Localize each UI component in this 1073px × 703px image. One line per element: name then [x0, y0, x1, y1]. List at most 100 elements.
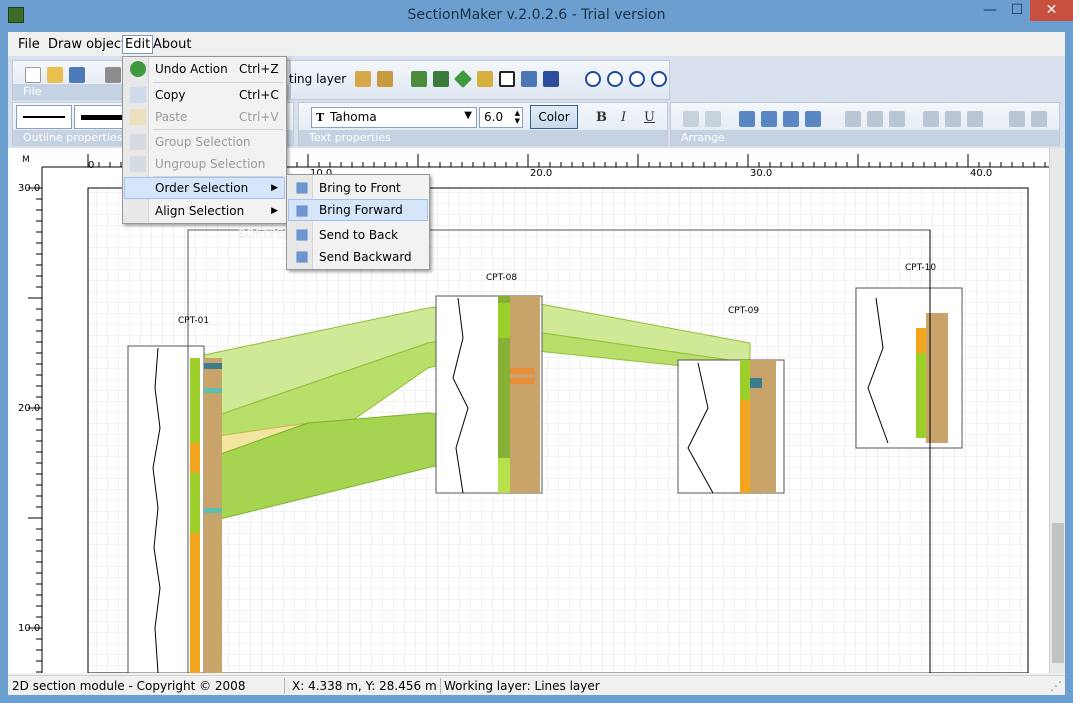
- menu-item-copy[interactable]: Copy Ctrl+C: [125, 84, 284, 106]
- send-to-back-icon: [296, 229, 308, 241]
- zoom-width-icon[interactable]: [585, 71, 601, 87]
- group-icon[interactable]: [683, 111, 699, 127]
- new-file-icon[interactable]: [25, 67, 41, 83]
- menu-item-bring-forward[interactable]: Bring Forward: [288, 199, 428, 221]
- window-title: SectionMaker v.2.0.2.6 - Trial version: [407, 7, 666, 23]
- ruler-x-label-0: 0: [88, 160, 94, 171]
- layer-down-icon[interactable]: [377, 71, 393, 87]
- section-canvas[interactable]: M 0 10.0 20.0 30.0 40.0 30.0 20.0 10.0: [8, 148, 1049, 673]
- menu-item-group-selection[interactable]: Group Selection: [125, 131, 284, 153]
- send-to-back-icon[interactable]: [783, 111, 799, 127]
- menu-item-label: Align Selection: [155, 204, 245, 218]
- menu-item-send-to-back[interactable]: Send to Back: [289, 224, 427, 246]
- menu-item-bring-to-front[interactable]: Bring to Front: [289, 177, 427, 199]
- close-button[interactable]: ✕: [1030, 0, 1073, 21]
- menu-item-order-selection[interactable]: Order Selection ▶: [124, 177, 285, 199]
- spin-arrows-icon[interactable]: ▲ ▼: [515, 109, 520, 125]
- send-backward-icon[interactable]: [805, 111, 821, 127]
- align-right-icon[interactable]: [889, 111, 905, 127]
- status-separator: [440, 678, 441, 694]
- align-middle-icon[interactable]: [945, 111, 961, 127]
- arrange-toolbar-group: Arrange: [670, 102, 1060, 146]
- menu-item-shortcut: Ctrl+C: [239, 88, 279, 102]
- menu-item-label: Ungroup Selection: [155, 157, 266, 171]
- font-select[interactable]: T Tahoma ▼: [311, 107, 477, 128]
- rectangle-tool-icon[interactable]: [499, 71, 515, 87]
- truetype-icon: T: [316, 111, 325, 124]
- distribute-horizontal-icon[interactable]: [1031, 111, 1047, 127]
- align-bottom-icon[interactable]: [967, 111, 983, 127]
- maximize-button[interactable]: ☐: [1004, 0, 1030, 21]
- line-thin-selector[interactable]: [16, 105, 72, 129]
- resize-grip-icon[interactable]: ⋰: [1050, 679, 1062, 693]
- menu-about[interactable]: About: [151, 36, 193, 55]
- menu-item-label: Bring to Front: [319, 181, 401, 195]
- scrollbar-thumb[interactable]: [1052, 523, 1064, 663]
- menu-separator: [153, 82, 283, 83]
- line-tool-icon[interactable]: [411, 71, 427, 87]
- text-tool-icon[interactable]: [543, 71, 559, 87]
- menu-item-undo[interactable]: Undo Action Ctrl+Z: [125, 58, 284, 80]
- chevron-down-icon: ▼: [464, 110, 472, 121]
- minimize-button[interactable]: —: [976, 0, 1004, 21]
- menu-item-ungroup-selection[interactable]: Ungroup Selection: [125, 153, 284, 175]
- menu-item-label: Group Selection: [155, 135, 251, 149]
- ruler-y-label-10: 10.0: [18, 623, 40, 634]
- save-icon[interactable]: [69, 67, 85, 83]
- zoom-in-icon[interactable]: [629, 71, 645, 87]
- menu-item-label: Undo Action: [155, 62, 228, 76]
- working-layer-label: ting layer: [289, 72, 347, 86]
- submenu-arrow-icon: ▶: [271, 183, 278, 193]
- align-left-icon[interactable]: [845, 111, 861, 127]
- menu-edit[interactable]: Edit: [122, 35, 154, 54]
- ruler-x-label-30: 30.0: [750, 168, 772, 179]
- font-size-spinner[interactable]: 6.0 ▲ ▼: [479, 107, 523, 128]
- copy-icon: [130, 87, 146, 103]
- status-working-layer: Working layer: Lines layer: [444, 679, 600, 693]
- status-coordinates: X: 4.338 m, Y: 28.456 m: [292, 679, 437, 693]
- underline-button[interactable]: U: [644, 110, 655, 125]
- submenu-arrow-icon: ▶: [271, 206, 278, 216]
- menu-item-paste[interactable]: Paste Ctrl+V: [125, 106, 284, 128]
- menu-file[interactable]: File: [16, 36, 42, 55]
- zoom-fit-icon[interactable]: [607, 71, 623, 87]
- layer-up-icon[interactable]: [355, 71, 371, 87]
- bold-button[interactable]: B: [596, 110, 607, 125]
- ruler-unit-label: M: [22, 155, 30, 165]
- menu-item-label: Send Backward: [319, 250, 412, 264]
- pen-tool-icon[interactable]: [477, 71, 493, 87]
- color-button[interactable]: Color: [530, 105, 578, 129]
- edit-menu-dropdown: Undo Action Ctrl+Z Copy Ctrl+C Paste Ctrl+V…: [122, 56, 287, 224]
- print-icon[interactable]: [105, 67, 121, 83]
- bring-forward-icon: [296, 205, 308, 217]
- font-value: Tahoma: [330, 110, 377, 124]
- section-drawing[interactable]: M 0 10.0 20.0 30.0 40.0 30.0 20.0 10.0: [8, 148, 1049, 673]
- align-center-icon[interactable]: [867, 111, 883, 127]
- font-size-value: 6.0: [484, 110, 504, 124]
- title-bar[interactable]: SectionMaker v.2.0.2.6 - Trial version —…: [0, 0, 1073, 32]
- status-module: 2D section module - Copyright © 2008: [12, 679, 246, 693]
- cpt-01-log[interactable]: CPT-01: [127, 316, 222, 673]
- polygon-tool-icon[interactable]: [453, 69, 473, 89]
- italic-button[interactable]: I: [621, 110, 626, 125]
- menu-item-label: Paste: [155, 110, 188, 124]
- menu-item-label: Order Selection: [155, 181, 249, 195]
- ruler-y-label-20: 20.0: [18, 403, 40, 414]
- polyline-tool-icon[interactable]: [433, 71, 449, 87]
- distribute-vertical-icon[interactable]: [1009, 111, 1025, 127]
- ungroup-icon[interactable]: [705, 111, 721, 127]
- vertical-scrollbar[interactable]: [1049, 148, 1065, 673]
- menu-item-align-selection[interactable]: Align Selection ▶: [125, 200, 284, 222]
- open-folder-icon[interactable]: [47, 67, 63, 83]
- image-tool-icon[interactable]: [521, 71, 537, 87]
- ungroup-icon: [130, 156, 146, 172]
- align-top-icon[interactable]: [923, 111, 939, 127]
- menu-item-send-backward[interactable]: Send Backward: [289, 246, 427, 268]
- bring-to-front-icon[interactable]: [739, 111, 755, 127]
- arrange-group-label: Arrange: [671, 130, 1059, 145]
- zoom-out-icon[interactable]: [651, 71, 667, 87]
- cpt-10-log[interactable]: CPT-10: [855, 263, 963, 449]
- bring-forward-icon[interactable]: [761, 111, 777, 127]
- group-icon: [130, 134, 146, 150]
- cpt-08-log[interactable]: CPT-08: [435, 273, 543, 494]
